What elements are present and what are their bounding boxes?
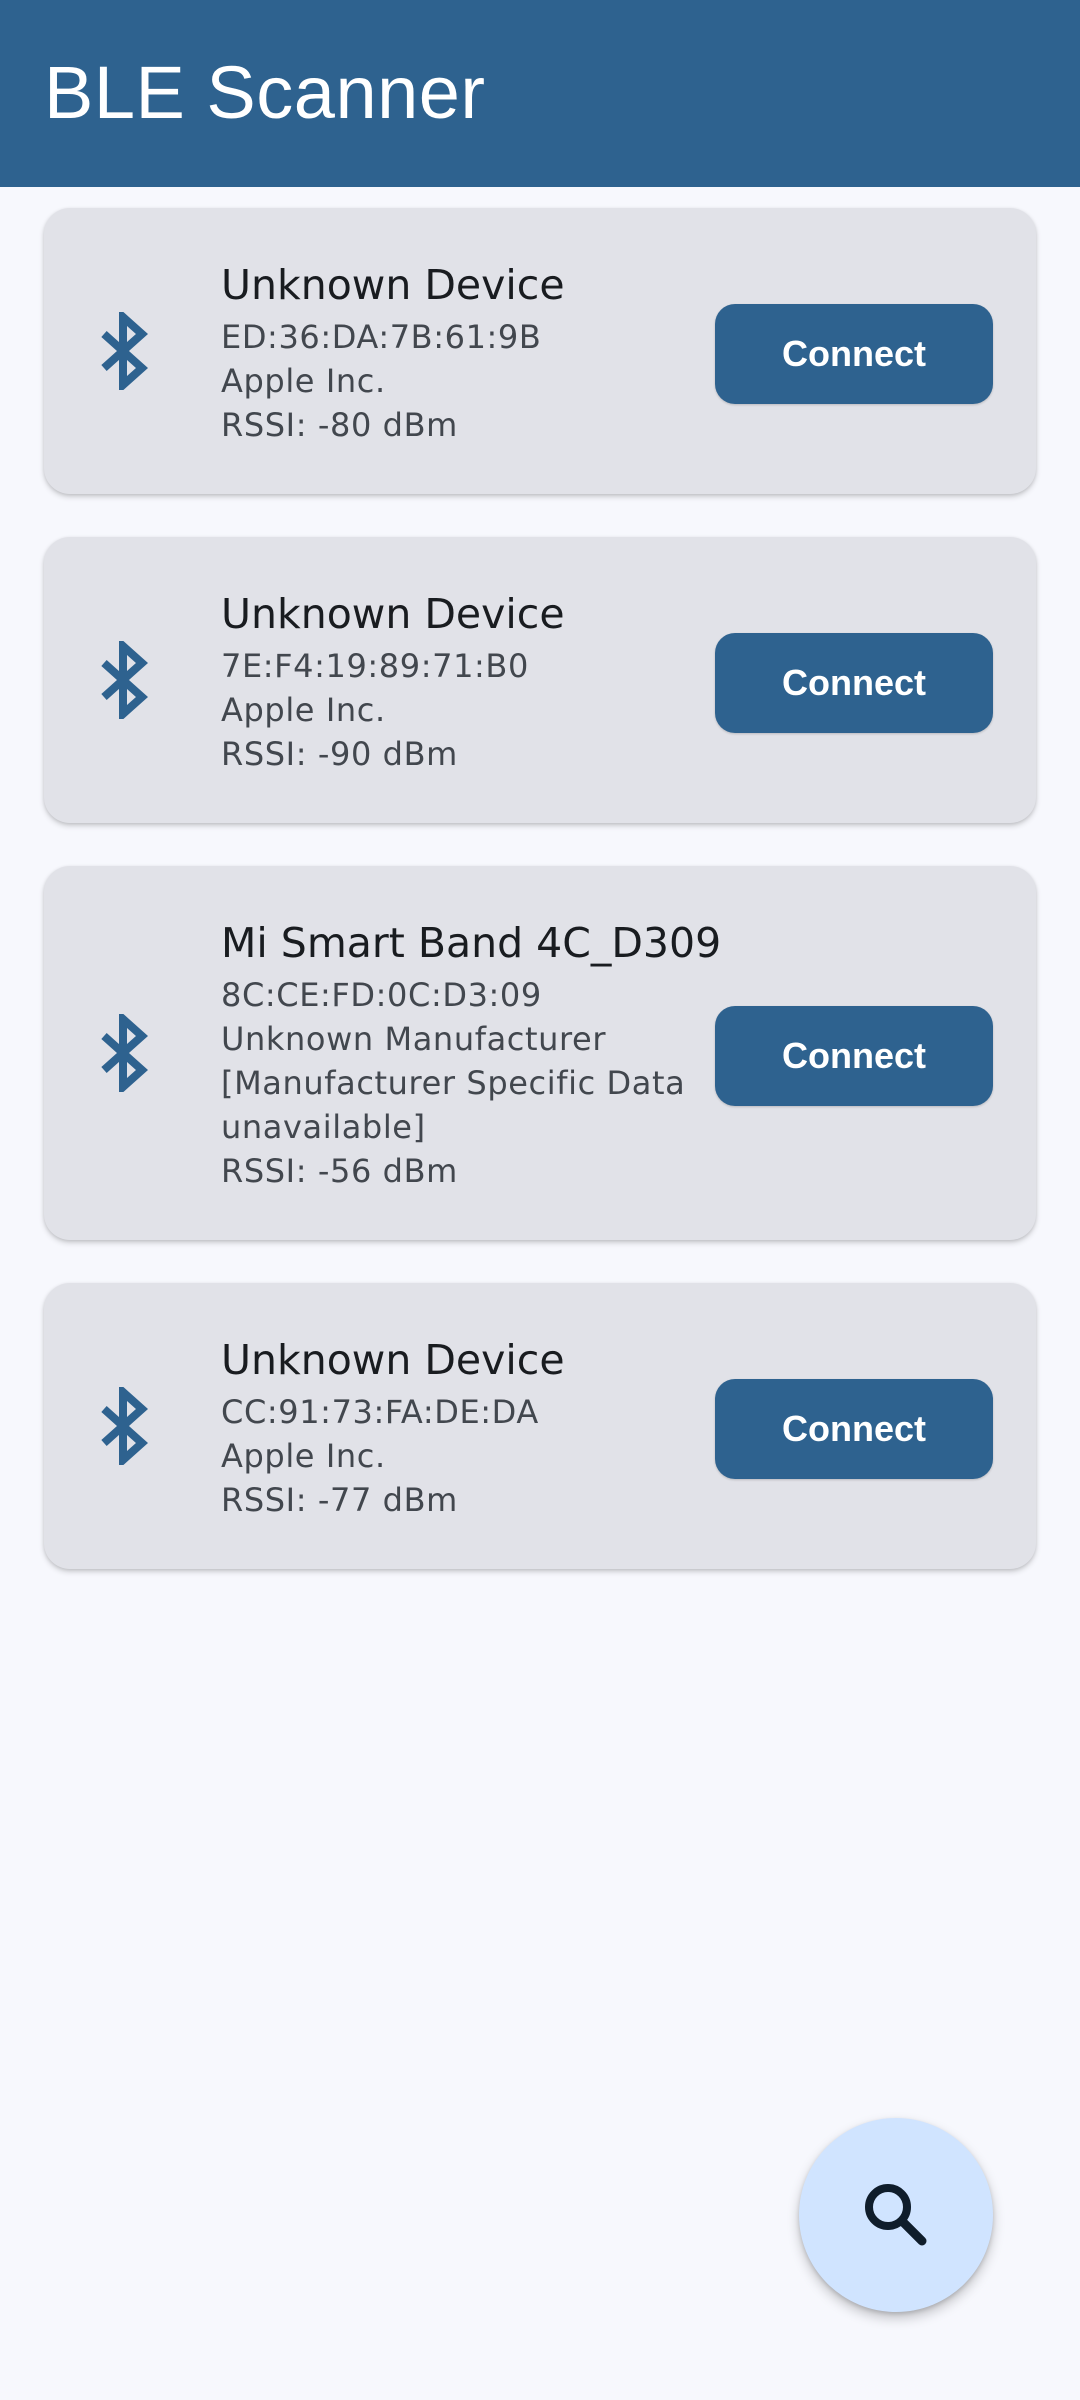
- search-icon: [865, 2184, 927, 2246]
- device-info: Unknown Device ED:36:DA:7B:61:9B Apple I…: [221, 259, 691, 447]
- device-info: Unknown Device CC:91:73:FA:DE:DA Apple I…: [221, 1334, 691, 1522]
- device-address: 8C:CE:FD:0C:D3:09: [221, 976, 542, 1014]
- device-address: ED:36:DA:7B:61:9B: [221, 318, 542, 356]
- device-manufacturer: Apple Inc.: [221, 1437, 386, 1475]
- device-name: Unknown Device: [221, 590, 565, 638]
- scan-fab-button[interactable]: [799, 2118, 993, 2312]
- device-address: CC:91:73:FA:DE:DA: [221, 1393, 539, 1431]
- device-name: Unknown Device: [221, 261, 565, 309]
- connect-button[interactable]: Connect: [715, 633, 993, 733]
- device-card: Unknown Device CC:91:73:FA:DE:DA Apple I…: [44, 1283, 1036, 1569]
- bluetooth-icon: [101, 312, 148, 390]
- device-card: Unknown Device ED:36:DA:7B:61:9B Apple I…: [44, 208, 1036, 494]
- bluetooth-icon: [101, 1387, 148, 1465]
- app-title: BLE Scanner: [44, 51, 486, 134]
- device-rssi: RSSI: -90 dBm: [221, 735, 458, 773]
- device-info: Unknown Device 7E:F4:19:89:71:B0 Apple I…: [221, 588, 691, 776]
- device-address: 7E:F4:19:89:71:B0: [221, 647, 529, 685]
- device-extra-info: [Manufacturer Specific Data unavailable]: [221, 1064, 686, 1146]
- device-rssi: RSSI: -77 dBm: [221, 1481, 458, 1519]
- device-card: Mi Smart Band 4C_D309 8C:CE:FD:0C:D3:09 …: [44, 866, 1036, 1240]
- device-name: Mi Smart Band 4C_D309: [221, 919, 722, 967]
- device-name: Unknown Device: [221, 1336, 565, 1384]
- device-rssi: RSSI: -56 dBm: [221, 1152, 458, 1190]
- device-manufacturer: Apple Inc.: [221, 691, 386, 729]
- bluetooth-icon: [101, 641, 148, 719]
- connect-button[interactable]: Connect: [715, 1379, 993, 1479]
- device-rssi: RSSI: -80 dBm: [221, 406, 458, 444]
- device-manufacturer: Unknown Manufacturer: [221, 1020, 607, 1058]
- app-bar: BLE Scanner: [0, 0, 1080, 187]
- device-list: Unknown Device ED:36:DA:7B:61:9B Apple I…: [44, 208, 1036, 1612]
- device-card: Unknown Device 7E:F4:19:89:71:B0 Apple I…: [44, 537, 1036, 823]
- connect-button[interactable]: Connect: [715, 304, 993, 404]
- device-manufacturer: Apple Inc.: [221, 362, 386, 400]
- connect-button[interactable]: Connect: [715, 1006, 993, 1106]
- device-info: Mi Smart Band 4C_D309 8C:CE:FD:0C:D3:09 …: [221, 917, 722, 1193]
- bluetooth-icon: [101, 1014, 148, 1092]
